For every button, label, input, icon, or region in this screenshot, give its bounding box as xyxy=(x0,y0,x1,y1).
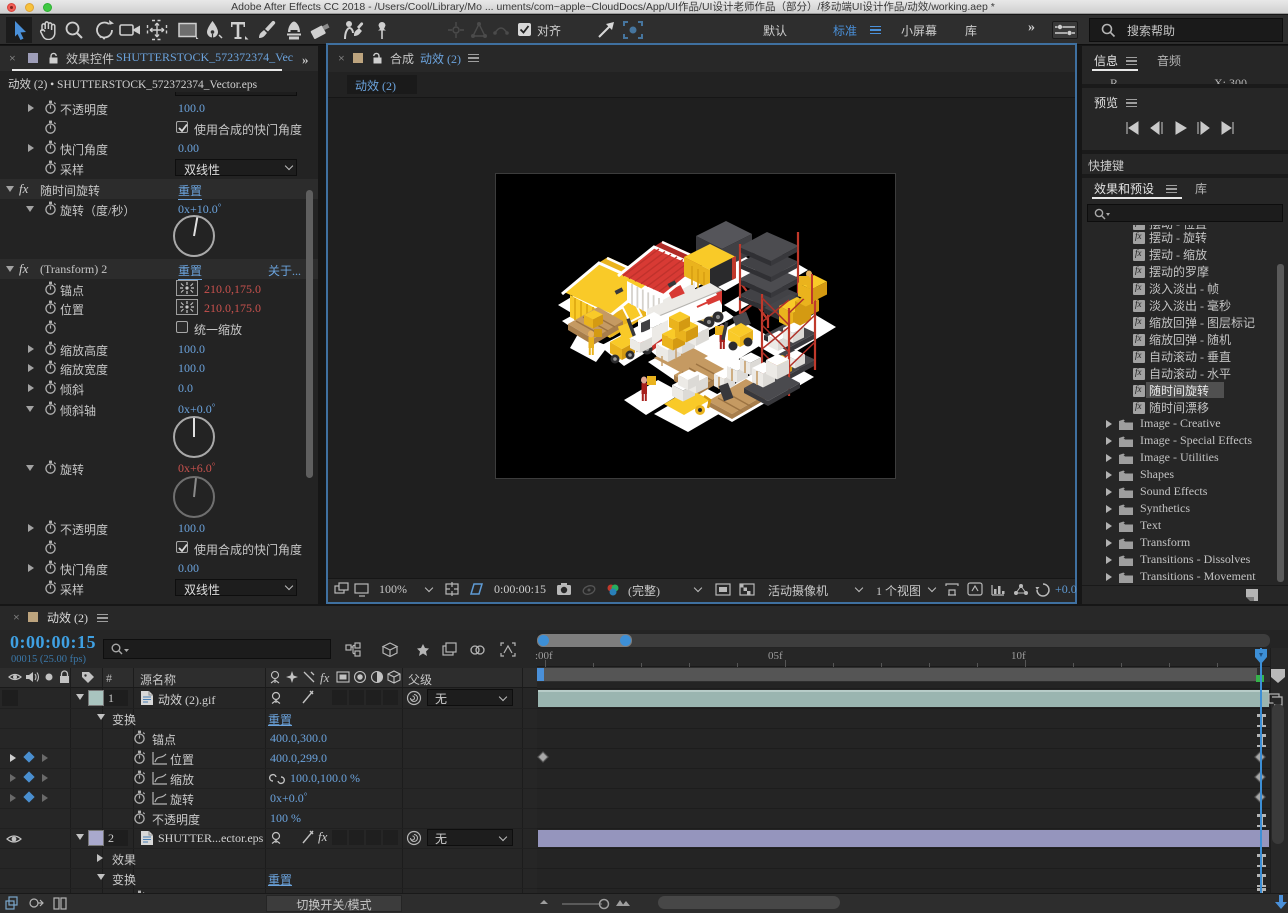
svg-text:fx: fx xyxy=(320,670,330,685)
